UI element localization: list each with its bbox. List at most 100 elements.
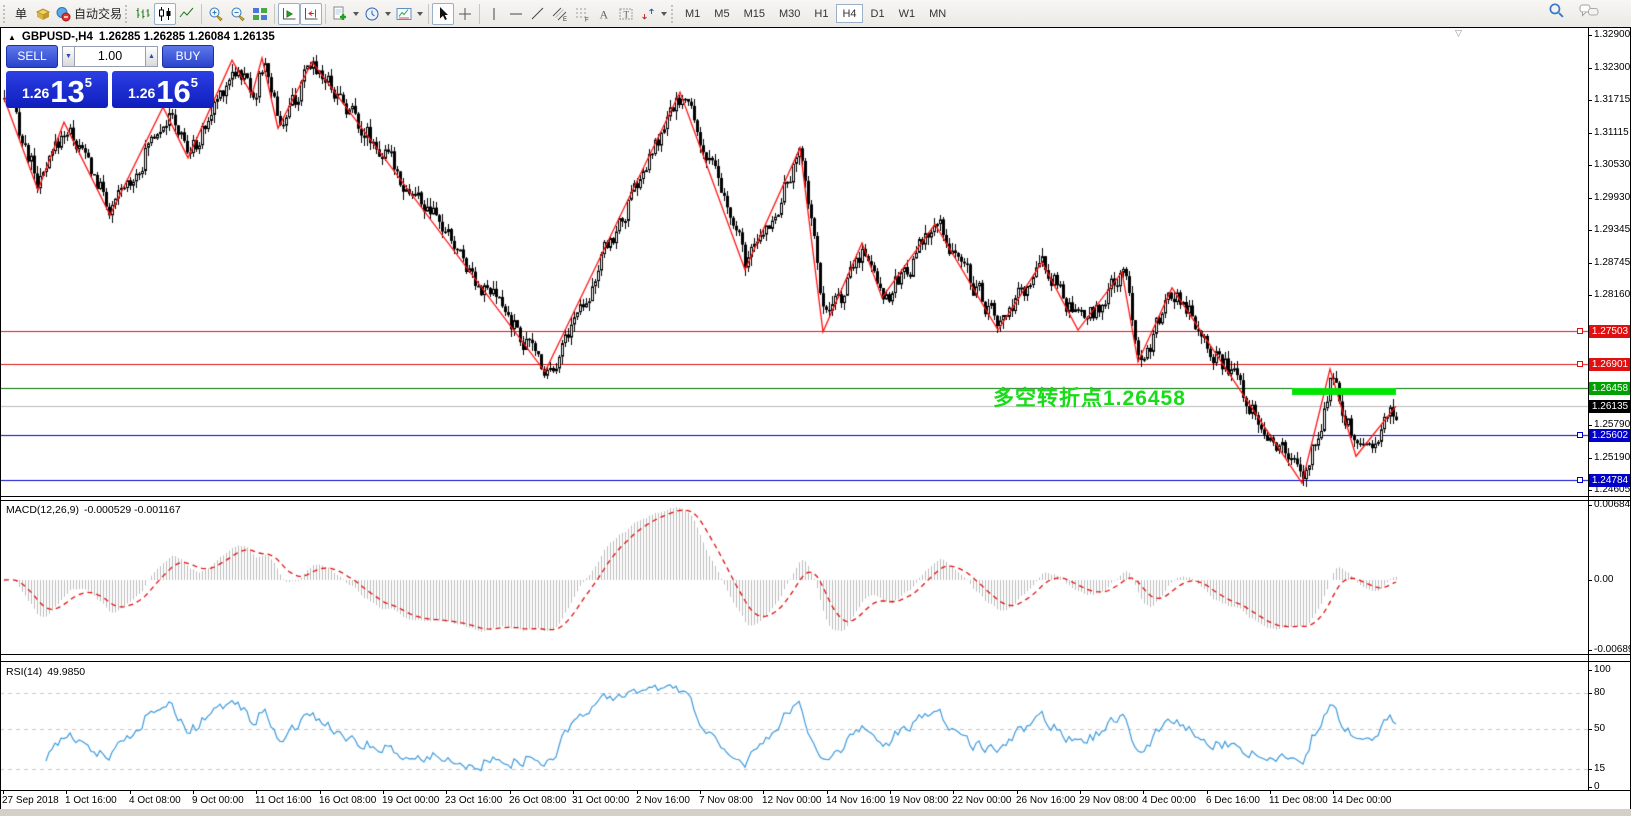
trendline-icon [530, 6, 546, 22]
candlestick-chart-button[interactable] [154, 3, 176, 25]
periods-button[interactable] [361, 3, 383, 25]
new-order-button[interactable]: 单 [10, 3, 32, 25]
cursor-button[interactable] [432, 3, 454, 25]
macd-axis-label: 0.00 [1594, 574, 1613, 585]
chat-icon[interactable] [1579, 2, 1599, 24]
arrows-dropdown[interactable] [659, 3, 669, 25]
trade-panel-price-row: 1.26 13 5 1.26 16 5 [6, 71, 218, 108]
channel-button[interactable]: E [549, 3, 571, 25]
chart-shift-icon [303, 6, 319, 22]
indicators-button[interactable] [329, 3, 351, 25]
timeframe-m5[interactable]: M5 [708, 4, 735, 23]
text-label-button[interactable]: T [615, 3, 637, 25]
line-chart-button[interactable] [176, 3, 198, 25]
price-axis-label: 1.30530 [1594, 159, 1630, 170]
arrows-button[interactable] [637, 3, 659, 25]
timeframe-m1[interactable]: M1 [679, 4, 706, 23]
vertical-line-button[interactable] [483, 3, 505, 25]
price-badge: 1.27503 [1589, 325, 1631, 338]
price-chart-canvas[interactable] [0, 28, 1588, 497]
chart-text-annotation[interactable]: 多空转折点1.26458 [993, 382, 1186, 412]
zoom-in-button[interactable] [205, 3, 227, 25]
bar-chart-button[interactable] [132, 3, 154, 25]
templates-button[interactable] [393, 3, 415, 25]
macd-canvas[interactable] [0, 501, 1588, 654]
price-badge: 1.26458 [1589, 382, 1631, 395]
rsi-label: RSI(14) 49.9850 [6, 666, 85, 678]
one-click-trading-panel: SELL ▼ ▲ BUY 1.26 13 5 1.26 16 5 [6, 44, 218, 108]
zoom-out-button[interactable] [227, 3, 249, 25]
pane-splitter-rsi[interactable] [0, 654, 1631, 655]
buy-button[interactable]: BUY [162, 45, 214, 68]
svg-text:A: A [600, 7, 609, 21]
market-depth-button[interactable] [32, 3, 54, 25]
line-chart-icon [179, 6, 195, 22]
line-handle[interactable] [1577, 361, 1583, 367]
rsi-canvas[interactable] [0, 662, 1588, 790]
fibonacci-icon: F [574, 6, 590, 22]
text-button[interactable]: A [593, 3, 615, 25]
crosshair-button[interactable] [454, 3, 476, 25]
sell-button[interactable]: SELL [6, 45, 58, 68]
sell-price-box[interactable]: 1.26 13 5 [6, 71, 108, 108]
time-axis-label: 7 Nov 08:00 [699, 795, 753, 806]
vertical-line-icon [486, 6, 502, 22]
time-axis-label: 2 Nov 16:00 [636, 795, 690, 806]
price-badge: 1.26901 [1589, 358, 1631, 371]
time-axis-label: 27 Sep 2018 [2, 795, 59, 806]
autotrading-button[interactable]: 自动交易 [54, 3, 123, 25]
indicators-dropdown[interactable] [351, 3, 361, 25]
price-axis-label: 1.29930 [1594, 192, 1630, 203]
timeframe-h4[interactable]: H4 [836, 4, 862, 23]
pane-splitter-macd[interactable] [0, 500, 1631, 501]
volume-down-button[interactable]: ▼ [62, 46, 75, 67]
autotrading-icon [55, 6, 71, 22]
chart-shift-marker[interactable]: ▽ [1455, 28, 1462, 39]
collapse-icon[interactable]: ▲ [8, 33, 16, 42]
buy-price-big: 16 [156, 79, 190, 105]
timeframe-m30[interactable]: M30 [773, 4, 806, 23]
time-axis-label: 26 Oct 08:00 [509, 795, 566, 806]
time-axis-label: 1 Oct 16:00 [65, 795, 117, 806]
timeframe-w1[interactable]: W1 [893, 4, 922, 23]
buy-price-prefix: 1.26 [128, 85, 155, 101]
time-axis-label: 26 Nov 16:00 [1016, 795, 1076, 806]
window-bottom-edge [0, 809, 1631, 816]
price-axis-label: 1.31715 [1594, 94, 1630, 105]
line-handle[interactable] [1577, 477, 1583, 483]
pane-splitter-macd[interactable] [0, 496, 1631, 497]
timeframe-m15[interactable]: M15 [738, 4, 771, 23]
time-axis-label: 19 Oct 00:00 [382, 795, 439, 806]
price-axis-label: 1.28160 [1594, 289, 1630, 300]
time-axis-label: 6 Dec 16:00 [1206, 795, 1260, 806]
tile-windows-button[interactable] [249, 3, 271, 25]
buy-price-box[interactable]: 1.26 16 5 [112, 71, 214, 108]
search-icon[interactable] [1548, 2, 1565, 24]
auto-scroll-button[interactable] [278, 3, 300, 25]
candlestick-chart-icon [157, 6, 173, 22]
timeframe-h1[interactable]: H1 [808, 4, 834, 23]
mt4-window: 单 自动交易 E F A T [0, 0, 1631, 816]
time-axis-label: 31 Oct 00:00 [572, 795, 629, 806]
line-handle[interactable] [1577, 432, 1583, 438]
chart-left-border [0, 27, 1, 810]
fibonacci-button[interactable]: F [571, 3, 593, 25]
rsi-axis-label: 100 [1594, 664, 1611, 675]
periods-dropdown[interactable] [383, 3, 393, 25]
chart-ohlc: 1.26285 1.26285 1.26084 1.26135 [99, 31, 275, 43]
templates-dropdown[interactable] [415, 3, 425, 25]
chart-shift-button[interactable] [300, 3, 322, 25]
timeframe-mn[interactable]: MN [923, 4, 952, 23]
channel-icon: E [552, 6, 568, 22]
volume-input[interactable] [75, 46, 145, 67]
timeframe-d1[interactable]: D1 [865, 4, 891, 23]
toolbar: 单 自动交易 E F A T [0, 0, 1631, 27]
trendline-button[interactable] [527, 3, 549, 25]
price-axis-line [1588, 28, 1589, 790]
pane-splitter-rsi[interactable] [0, 661, 1631, 662]
horizontal-line-button[interactable] [505, 3, 527, 25]
line-handle[interactable] [1577, 328, 1583, 334]
volume-up-button[interactable]: ▲ [145, 46, 158, 67]
clock-icon [364, 6, 380, 22]
time-axis-label: 23 Oct 16:00 [445, 795, 502, 806]
